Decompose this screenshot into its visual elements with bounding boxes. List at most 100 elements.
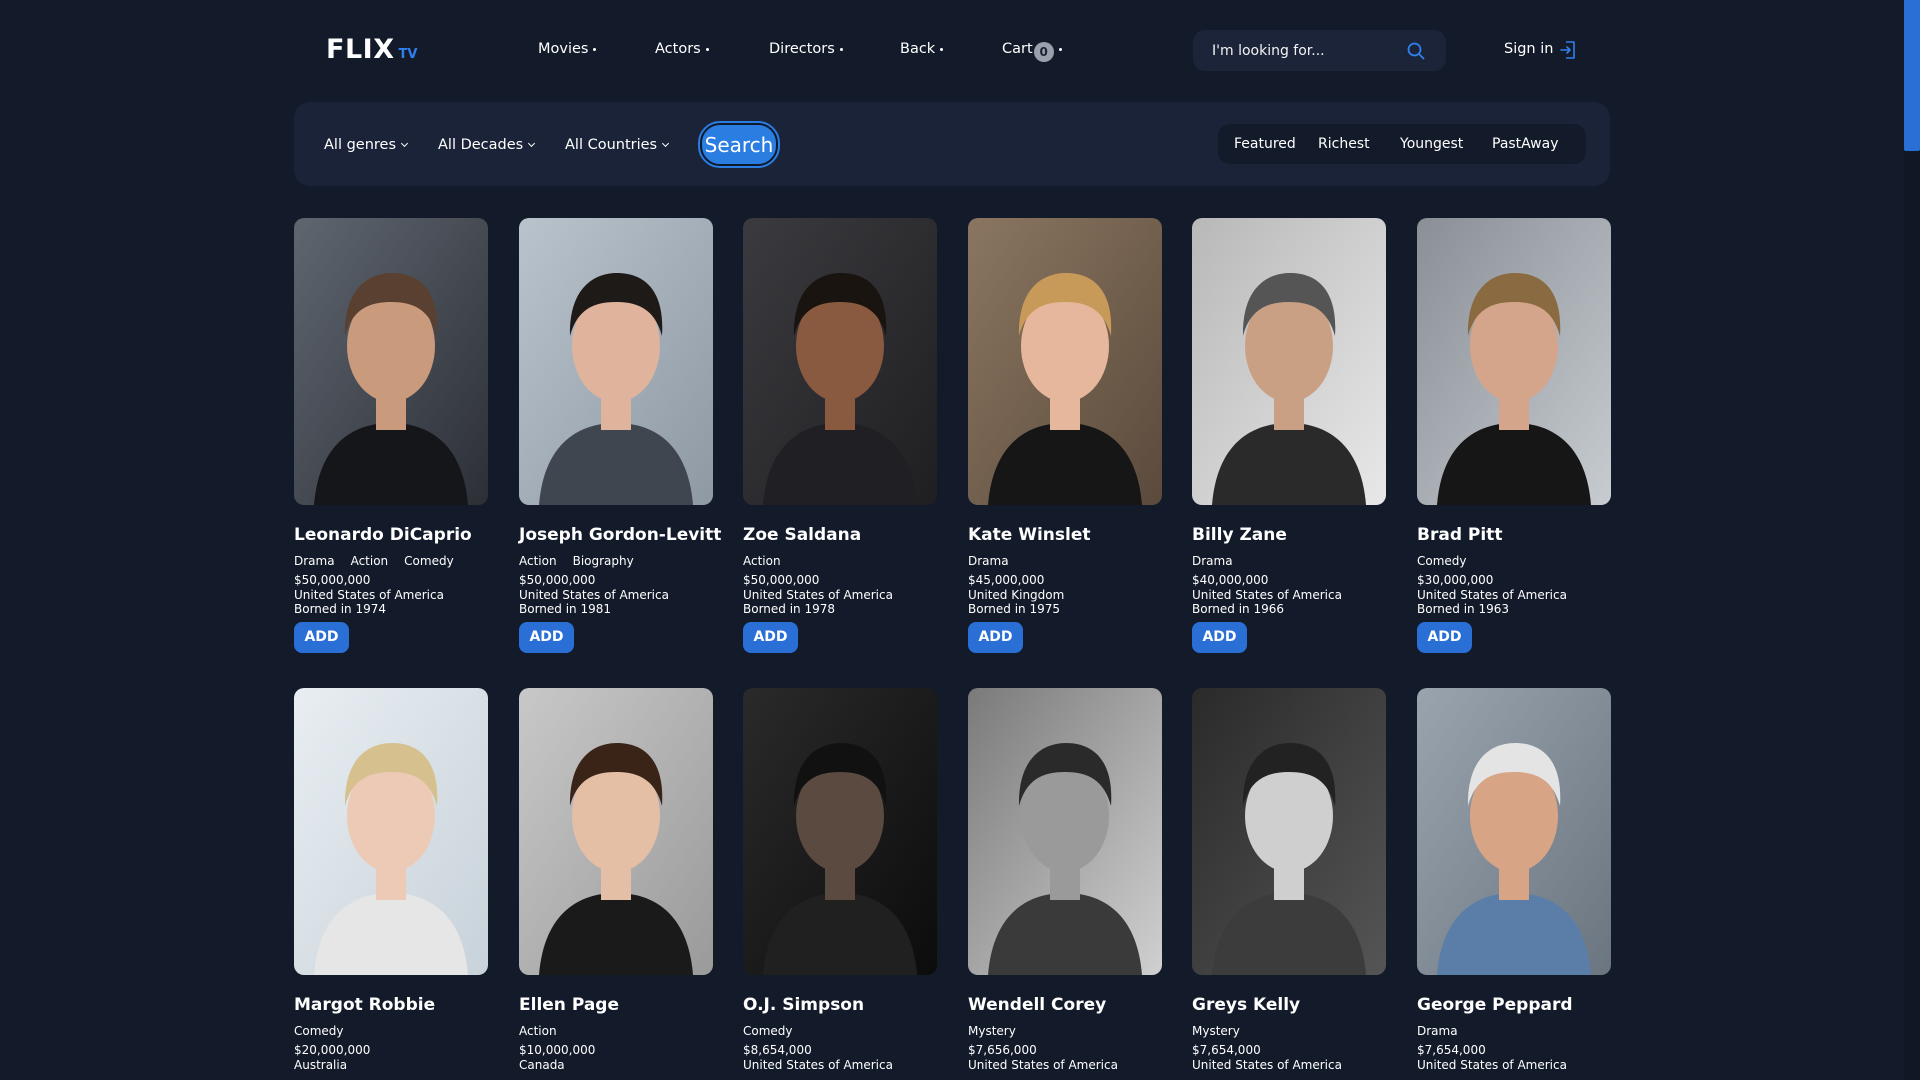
actor-worth: $7,654,000 xyxy=(1192,1043,1261,1057)
add-to-cart-button[interactable]: ADD xyxy=(1192,621,1247,653)
actor-photo[interactable] xyxy=(743,688,937,975)
add-to-cart-button[interactable]: ADD xyxy=(519,621,574,653)
actor-meta: $7,656,000 United States of America xyxy=(968,1043,1163,1072)
top-header: FLIX TV Movies Actors Directors Back Cart… xyxy=(0,0,1900,100)
scrollbar-thumb[interactable] xyxy=(1904,0,1920,151)
actor-genres: Drama xyxy=(968,554,1163,569)
flix-tv-logo[interactable]: FLIX TV xyxy=(326,34,417,65)
actor-card[interactable]: Billy Zane Drama $40,000,000 United States … xyxy=(1192,218,1387,653)
actor-meta: $30,000,000 United States of America Borne… xyxy=(1417,573,1612,617)
actor-meta: $7,654,000 United States of America xyxy=(1192,1043,1387,1072)
filter-label: All genres xyxy=(324,137,397,153)
actor-meta: $8,654,000 United States of America xyxy=(743,1043,938,1072)
actor-photo[interactable] xyxy=(743,218,937,505)
scrollbar-track[interactable] xyxy=(1904,0,1920,1080)
nav-label: Movies xyxy=(538,41,589,57)
nav-cart[interactable]: Cart 0 xyxy=(1002,41,1062,62)
actor-card[interactable]: George Peppard Drama $7,654,000 United Stat… xyxy=(1417,688,1612,1072)
actor-name[interactable]: Brad Pitt xyxy=(1417,525,1612,545)
filter-label: All Countries xyxy=(565,137,658,153)
decade-filter[interactable]: All Decades xyxy=(438,137,536,153)
chevron-down-icon xyxy=(528,139,536,148)
actor-photo[interactable] xyxy=(1192,218,1386,505)
search-icon[interactable] xyxy=(1406,41,1426,61)
genre-tag: Comedy xyxy=(743,1024,793,1038)
actor-country: United States of America xyxy=(1192,587,1342,602)
actor-card[interactable]: Ellen Page Action $10,000,000 Canada xyxy=(519,688,714,1072)
actor-photo[interactable] xyxy=(1192,688,1386,975)
actor-genres: Action Biography xyxy=(519,554,714,569)
add-to-cart-button[interactable]: ADD xyxy=(1417,621,1472,653)
actor-photo[interactable] xyxy=(294,688,488,975)
actor-genres: Drama Action Comedy xyxy=(294,554,489,569)
actor-genres: Comedy xyxy=(1417,554,1612,569)
actor-photo[interactable] xyxy=(1417,218,1611,505)
dropdown-dot-icon xyxy=(593,47,597,51)
dropdown-dot-icon xyxy=(940,47,944,51)
actor-photo[interactable] xyxy=(519,688,713,975)
actor-name[interactable]: O.J. Simpson xyxy=(743,995,938,1015)
actor-name[interactable]: Wendell Corey xyxy=(968,995,1163,1015)
genre-filter[interactable]: All genres xyxy=(324,137,409,153)
chevron-down-icon xyxy=(662,139,670,148)
add-to-cart-button[interactable]: ADD xyxy=(743,621,798,653)
actor-card[interactable]: Kate Winslet Drama $45,000,000 United Kingd… xyxy=(968,218,1163,653)
search-button[interactable]: Search xyxy=(698,121,780,168)
actor-worth: $45,000,000 xyxy=(968,573,1045,587)
actor-card[interactable]: O.J. Simpson Comedy $8,654,000 United State… xyxy=(743,688,938,1072)
actor-name[interactable]: Zoe Saldana xyxy=(743,525,938,545)
actor-genres: Comedy xyxy=(743,1024,938,1039)
actor-worth: $50,000,000 xyxy=(294,573,371,587)
actor-name[interactable]: Billy Zane xyxy=(1192,525,1387,545)
genre-tag: Action xyxy=(350,554,389,568)
genre-tag: Drama xyxy=(1192,554,1233,568)
genre-tag: Comedy xyxy=(294,1024,344,1038)
actor-photo[interactable] xyxy=(968,218,1162,505)
genre-tag: Mystery xyxy=(1192,1024,1240,1038)
nav-actors[interactable]: Actors xyxy=(655,41,709,57)
actor-photo[interactable] xyxy=(1417,688,1611,975)
actor-worth: $50,000,000 xyxy=(519,573,596,587)
actor-born: Borned in 1978 xyxy=(743,602,836,616)
search-input[interactable] xyxy=(1212,30,1402,71)
actor-card[interactable]: Greys Kelly Mystery $7,654,000 United State… xyxy=(1192,688,1387,1072)
actor-worth: $50,000,000 xyxy=(743,573,820,587)
actor-worth: $8,654,000 xyxy=(743,1043,812,1057)
sort-pastaway[interactable]: PastAway xyxy=(1492,136,1559,152)
nav-directors[interactable]: Directors xyxy=(769,41,843,57)
actor-card[interactable]: Zoe Saldana Action $50,000,000 United State… xyxy=(743,218,938,653)
actor-name[interactable]: Greys Kelly xyxy=(1192,995,1387,1015)
actor-genres: Action xyxy=(519,1024,714,1039)
genre-tag: Drama xyxy=(1417,1024,1458,1038)
actor-name[interactable]: Kate Winslet xyxy=(968,525,1163,545)
actor-name[interactable]: Joseph Gordon-Levitt xyxy=(519,525,721,545)
add-to-cart-button[interactable]: ADD xyxy=(294,621,349,653)
nav-movies[interactable]: Movies xyxy=(538,41,597,57)
nav-back[interactable]: Back xyxy=(900,41,944,57)
actor-card[interactable]: Joseph Gordon-Levitt Action Biography $50,0… xyxy=(519,218,721,653)
actor-name[interactable]: George Peppard xyxy=(1417,995,1612,1015)
add-to-cart-button[interactable]: ADD xyxy=(968,621,1023,653)
actor-card[interactable]: Brad Pitt Comedy $30,000,000 United States … xyxy=(1417,218,1612,653)
actor-meta: $50,000,000 United States of America Borne… xyxy=(743,573,938,617)
actor-name[interactable]: Ellen Page xyxy=(519,995,714,1015)
actor-country: United States of America xyxy=(1192,1057,1342,1072)
actor-name[interactable]: Margot Robbie xyxy=(294,995,489,1015)
actor-meta: $50,000,000 United States of America Borne… xyxy=(294,573,489,617)
actor-name[interactable]: Leonardo DiCaprio xyxy=(294,525,489,545)
actor-card[interactable]: Margot Robbie Comedy $20,000,000 Australia xyxy=(294,688,489,1072)
sort-featured[interactable]: Featured xyxy=(1234,136,1296,152)
genre-tag: Comedy xyxy=(404,554,454,568)
country-filter[interactable]: All Countries xyxy=(565,137,670,153)
actor-card[interactable]: Wendell Corey Mystery $7,656,000 United Sta… xyxy=(968,688,1163,1072)
header-search xyxy=(1193,30,1446,71)
sort-richest[interactable]: Richest xyxy=(1318,136,1370,152)
actor-genres: Action xyxy=(743,554,938,569)
actor-photo[interactable] xyxy=(519,218,713,505)
sign-in-icon[interactable] xyxy=(1559,40,1577,60)
sort-youngest[interactable]: Youngest xyxy=(1400,136,1463,152)
actor-card[interactable]: Leonardo DiCaprio Drama Action Comedy $50,00… xyxy=(294,218,489,653)
actor-photo[interactable] xyxy=(294,218,488,505)
actor-photo[interactable] xyxy=(968,688,1162,975)
sign-in-link[interactable]: Sign in xyxy=(1504,41,1553,57)
